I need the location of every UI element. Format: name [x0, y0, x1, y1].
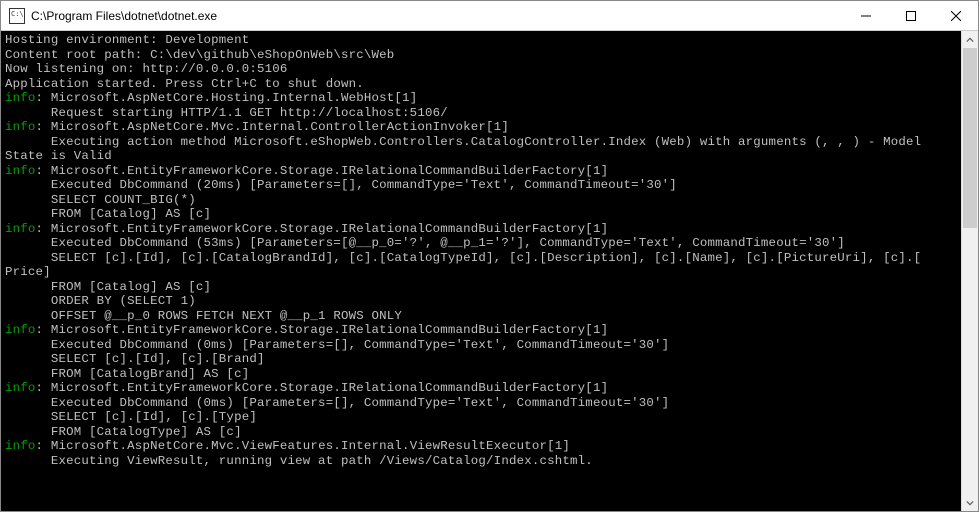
minimize-button[interactable] [843, 1, 888, 30]
maximize-button[interactable] [888, 1, 933, 30]
console-line: info: Microsoft.EntityFrameworkCore.Stor… [5, 164, 957, 179]
log-text: Executing ViewResult, running view at pa… [5, 454, 593, 468]
log-text: FROM [CatalogType] AS [c] [5, 425, 242, 439]
console-line: FROM [CatalogType] AS [c] [5, 425, 957, 440]
console-line: SELECT [c].[Id], [c].[Type] [5, 410, 957, 425]
log-text: : Microsoft.AspNetCore.Mvc.ViewFeatures.… [36, 439, 571, 453]
log-level-info: info [5, 323, 36, 337]
console-line: info: Microsoft.AspNetCore.Hosting.Inter… [5, 91, 957, 106]
console-output[interactable]: Hosting environment: DevelopmentContent … [1, 31, 961, 511]
console-line: Executed DbCommand (53ms) [Parameters=[@… [5, 236, 957, 251]
console-line: SELECT COUNT_BIG(*) [5, 193, 957, 208]
console-line: Executing action method Microsoft.eShopW… [5, 135, 957, 150]
vertical-scrollbar[interactable] [961, 31, 978, 511]
close-button[interactable] [933, 1, 978, 30]
console-line: info: Microsoft.AspNetCore.Mvc.Internal.… [5, 120, 957, 135]
log-text: Executed DbCommand (0ms) [Parameters=[],… [5, 338, 669, 352]
log-level-info: info [5, 120, 36, 134]
window-titlebar[interactable]: C:\Program Files\dotnet\dotnet.exe [1, 1, 978, 31]
console-line: info: Microsoft.EntityFrameworkCore.Stor… [5, 222, 957, 237]
log-text: Executed DbCommand (20ms) [Parameters=[]… [5, 178, 677, 192]
console-line: Executed DbCommand (0ms) [Parameters=[],… [5, 338, 957, 353]
console-line: Request starting HTTP/1.1 GET http://loc… [5, 106, 957, 121]
log-text: Hosting environment: Development [5, 33, 249, 47]
console-line: FROM [CatalogBrand] AS [c] [5, 367, 957, 382]
minimize-icon [861, 11, 871, 21]
log-level-info: info [5, 222, 36, 236]
log-text: State is Valid [5, 149, 112, 163]
log-text: FROM [CatalogBrand] AS [c] [5, 367, 249, 381]
log-text: : Microsoft.EntityFrameworkCore.Storage.… [36, 164, 609, 178]
log-level-info: info [5, 381, 36, 395]
log-text: ORDER BY (SELECT 1) [5, 294, 196, 308]
console-line: OFFSET @__p_0 ROWS FETCH NEXT @__p_1 ROW… [5, 309, 957, 324]
console-line: Executing ViewResult, running view at pa… [5, 454, 957, 469]
console-line: Application started. Press Ctrl+C to shu… [5, 77, 957, 92]
log-text: FROM [Catalog] AS [c] [5, 207, 211, 221]
log-text: : Microsoft.EntityFrameworkCore.Storage.… [36, 222, 609, 236]
log-text: : Microsoft.EntityFrameworkCore.Storage.… [36, 381, 609, 395]
log-text: FROM [Catalog] AS [c] [5, 280, 211, 294]
log-text: Content root path: C:\dev\github\eShopOn… [5, 48, 394, 62]
console-line: Executed DbCommand (20ms) [Parameters=[]… [5, 178, 957, 193]
app-icon [9, 8, 25, 24]
scrollbar-thumb[interactable] [963, 48, 977, 228]
window-controls [843, 1, 978, 30]
log-level-info: info [5, 439, 36, 453]
console-line: Now listening on: http://0.0.0.0:5106 [5, 62, 957, 77]
log-text: Request starting HTTP/1.1 GET http://loc… [5, 106, 448, 120]
log-text: Executed DbCommand (53ms) [Parameters=[@… [5, 236, 845, 250]
console-line: SELECT [c].[Id], [c].[CatalogBrandId], [… [5, 251, 957, 266]
window-title: C:\Program Files\dotnet\dotnet.exe [31, 9, 843, 23]
log-text: OFFSET @__p_0 ROWS FETCH NEXT @__p_1 ROW… [5, 309, 402, 323]
log-text: : Microsoft.AspNetCore.Hosting.Internal.… [36, 91, 418, 105]
console-line: Executed DbCommand (0ms) [Parameters=[],… [5, 396, 957, 411]
log-text: SELECT [c].[Id], [c].[Type] [5, 410, 257, 424]
console-line: Price] [5, 265, 957, 280]
log-text: Price] [5, 265, 51, 279]
log-text: : Microsoft.EntityFrameworkCore.Storage.… [36, 323, 609, 337]
log-level-info: info [5, 164, 36, 178]
log-text: Now listening on: http://0.0.0.0:5106 [5, 62, 288, 76]
log-text: Executing action method Microsoft.eShopW… [5, 135, 921, 149]
log-text: Executed DbCommand (0ms) [Parameters=[],… [5, 396, 669, 410]
chevron-down-icon [966, 499, 974, 507]
chevron-up-icon [966, 36, 974, 44]
log-text: Application started. Press Ctrl+C to shu… [5, 77, 364, 91]
maximize-icon [906, 11, 916, 21]
console-line: Content root path: C:\dev\github\eShopOn… [5, 48, 957, 63]
close-icon [951, 11, 961, 21]
console-line: Hosting environment: Development [5, 33, 957, 48]
console-line: FROM [Catalog] AS [c] [5, 280, 957, 295]
console-line: info: Microsoft.EntityFrameworkCore.Stor… [5, 381, 957, 396]
log-text: SELECT COUNT_BIG(*) [5, 193, 196, 207]
scrollbar-down-button[interactable] [962, 494, 978, 511]
console-line: SELECT [c].[Id], [c].[Brand] [5, 352, 957, 367]
console-area: Hosting environment: DevelopmentContent … [1, 31, 978, 511]
log-text: : Microsoft.AspNetCore.Mvc.Internal.Cont… [36, 120, 509, 134]
console-line: info: Microsoft.EntityFrameworkCore.Stor… [5, 323, 957, 338]
console-line: ORDER BY (SELECT 1) [5, 294, 957, 309]
console-line: FROM [Catalog] AS [c] [5, 207, 957, 222]
log-text: SELECT [c].[Id], [c].[Brand] [5, 352, 265, 366]
scrollbar-up-button[interactable] [962, 31, 978, 48]
log-level-info: info [5, 91, 36, 105]
console-line: info: Microsoft.AspNetCore.Mvc.ViewFeatu… [5, 439, 957, 454]
console-line: State is Valid [5, 149, 957, 164]
log-text: SELECT [c].[Id], [c].[CatalogBrandId], [… [5, 251, 921, 265]
